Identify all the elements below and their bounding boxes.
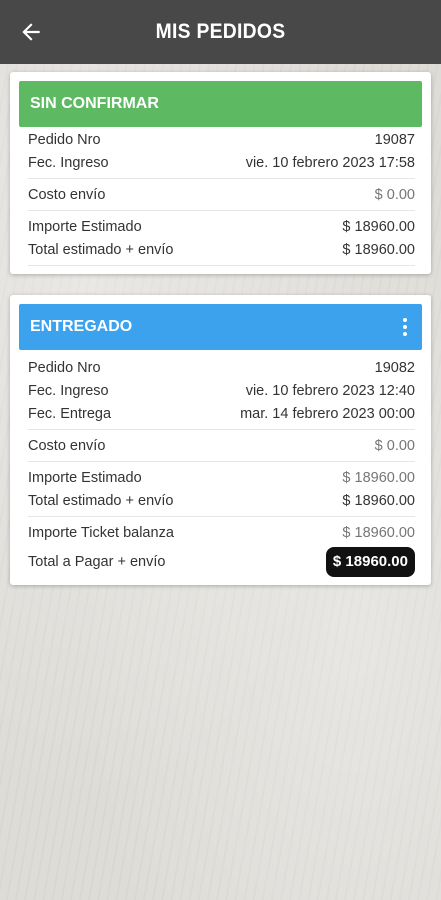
estimated-total-row: Total estimado + envío $ 18960.00: [28, 489, 415, 512]
order-card[interactable]: SIN CONFIRMAR Pedido Nro 19087 Fec. Ingr…: [10, 72, 431, 274]
estimated-amount-row: Importe Estimado $ 18960.00: [28, 466, 415, 489]
scale-ticket-label: Importe Ticket balanza: [28, 524, 174, 541]
more-options-icon[interactable]: [402, 318, 408, 336]
order-card[interactable]: ENTREGADO Pedido Nro 19082 Fec. Ingreso …: [10, 295, 431, 585]
divider: [28, 516, 415, 517]
status-header: SIN CONFIRMAR: [19, 81, 422, 127]
divider: [28, 178, 415, 179]
estimated-total-row: Total estimado + envío $ 18960.00: [28, 238, 415, 261]
estimated-total-label: Total estimado + envío: [28, 492, 174, 509]
estimated-amount-value: $ 18960.00: [342, 218, 415, 235]
status-label: ENTREGADO: [30, 318, 133, 335]
delivery-date-value: mar. 14 febrero 2023 00:00: [240, 405, 415, 422]
entry-date-row: Fec. Ingreso vie. 10 febrero 2023 17:58: [28, 151, 415, 174]
shipping-cost-label: Costo envío: [28, 437, 106, 454]
order-number-label: Pedido Nro: [28, 359, 101, 376]
entry-date-label: Fec. Ingreso: [28, 154, 109, 171]
order-number-label: Pedido Nro: [28, 131, 101, 148]
order-number-row: Pedido Nro 19082: [28, 356, 415, 379]
app-bar: MIS PEDIDOS: [0, 0, 441, 64]
shipping-cost-label: Costo envío: [28, 186, 106, 203]
shipping-cost-value: $ 0.00: [374, 186, 415, 203]
entry-date-label: Fec. Ingreso: [28, 382, 109, 399]
back-arrow-icon[interactable]: [18, 19, 44, 45]
delivery-date-label: Fec. Entrega: [28, 405, 112, 422]
status-header: ENTREGADO: [19, 304, 422, 350]
entry-date-value: vie. 10 febrero 2023 17:58: [245, 154, 415, 171]
total-to-pay-row: Total a Pagar + envío $ 18960.00: [28, 544, 415, 580]
total-to-pay-label: Total a Pagar + envío: [28, 554, 166, 570]
estimated-amount-row: Importe Estimado $ 18960.00: [28, 215, 415, 238]
entry-date-row: Fec. Ingreso vie. 10 febrero 2023 12:40: [28, 379, 415, 402]
estimated-total-label: Total estimado + envío: [28, 241, 174, 258]
estimated-total-value: $ 18960.00: [342, 241, 415, 258]
scale-ticket-row: Importe Ticket balanza $ 18960.00: [28, 521, 415, 544]
estimated-amount-value: $ 18960.00: [342, 469, 415, 486]
delivery-date-row: Fec. Entrega mar. 14 febrero 2023 00:00: [28, 402, 415, 425]
shipping-cost-row: Costo envío $ 0.00: [28, 183, 415, 206]
estimated-total-value: $ 18960.00: [342, 492, 415, 509]
divider: [28, 210, 415, 211]
order-number-value: 19082: [374, 359, 415, 376]
estimated-amount-label: Importe Estimado: [28, 469, 142, 486]
shipping-cost-value: $ 0.00: [374, 437, 415, 454]
divider: [28, 265, 415, 266]
divider: [28, 429, 415, 430]
total-to-pay-badge: $ 18960.00: [325, 547, 415, 577]
divider: [28, 461, 415, 462]
shipping-cost-row: Costo envío $ 0.00: [28, 434, 415, 457]
estimated-amount-label: Importe Estimado: [28, 218, 142, 235]
status-label: SIN CONFIRMAR: [30, 95, 159, 112]
order-number-value: 19087: [374, 131, 415, 148]
scale-ticket-value: $ 18960.00: [342, 524, 415, 541]
page-title: MIS PEDIDOS: [155, 20, 286, 43]
entry-date-value: vie. 10 febrero 2023 12:40: [245, 382, 415, 399]
order-number-row: Pedido Nro 19087: [28, 128, 415, 151]
